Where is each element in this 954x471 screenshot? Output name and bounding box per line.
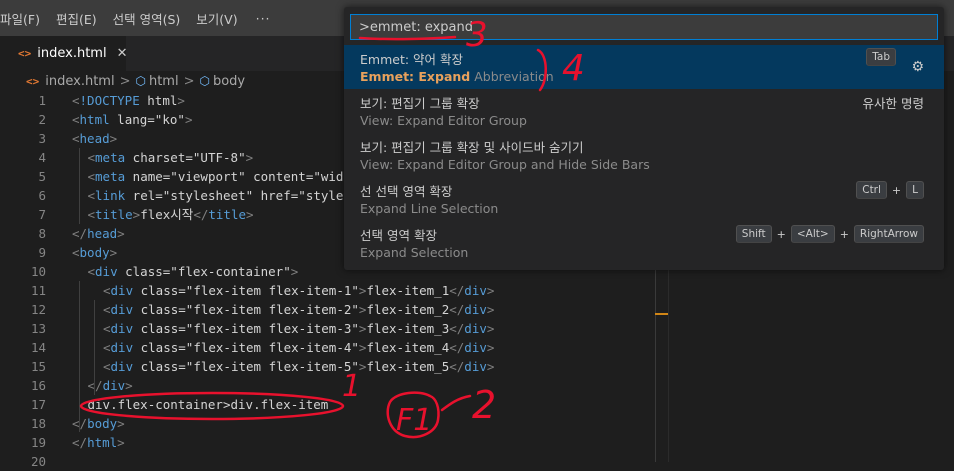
command-detail: View: Expand Editor Group and Hide Side … bbox=[360, 157, 650, 172]
line-number: 8 bbox=[38, 226, 46, 241]
line-number: 7 bbox=[38, 207, 46, 222]
command-item-expand-editor-group[interactable]: 보기: 편집기 그룹 확장 View: Expand Editor Group … bbox=[344, 89, 944, 133]
line-number: 4 bbox=[38, 150, 46, 165]
command-label: 선 선택 영역 확장 bbox=[360, 184, 453, 199]
line-number: 5 bbox=[38, 169, 46, 184]
menu-selection[interactable]: 선택 영역(S) bbox=[105, 9, 189, 28]
line-number: 11 bbox=[30, 283, 46, 298]
code-text: <title>flex시작</title> bbox=[87, 207, 254, 222]
line-number: 13 bbox=[30, 321, 46, 336]
command-detail-rest: Abbreviation bbox=[470, 69, 554, 84]
command-label: 선택 영역 확장 bbox=[360, 228, 437, 243]
line-number: 2 bbox=[38, 112, 46, 127]
command-palette: Emmet: 약어 확장 Emmet: Expand Abbreviation … bbox=[344, 7, 944, 270]
keybinding-tab: Tab bbox=[866, 48, 896, 66]
keybinding: Ctrl + L bbox=[856, 181, 924, 199]
line-number: 10 bbox=[30, 264, 46, 279]
command-detail: View: Expand Editor Group bbox=[360, 113, 527, 128]
menu-edit[interactable]: 편집(E) bbox=[48, 9, 105, 28]
code-text: <div class="flex-container"> bbox=[87, 264, 299, 279]
code-text: <div class="flex-item flex-item-4">flex-… bbox=[103, 340, 495, 355]
gear-icon[interactable]: ⚙ bbox=[911, 59, 924, 75]
command-item-expand-selection[interactable]: 선택 영역 확장 Expand Selection Shift + <Alt> … bbox=[344, 221, 944, 265]
code-text: <html lang="ko"> bbox=[72, 112, 193, 127]
code-text: <link rel="stylesheet" href="style bbox=[87, 188, 344, 203]
code-text: </head> bbox=[72, 226, 125, 241]
tab-title: index.html bbox=[37, 46, 107, 61]
breadcrumb-separator: > bbox=[183, 73, 195, 89]
breadcrumb-html[interactable]: html bbox=[149, 74, 179, 89]
breadcrumb-body[interactable]: body bbox=[213, 74, 245, 89]
code-text: <div class="flex-item flex-item-3">flex-… bbox=[103, 321, 495, 336]
code-text: </html> bbox=[72, 435, 125, 450]
line-number: 3 bbox=[38, 131, 46, 146]
command-detail: Expand Line Selection bbox=[360, 201, 499, 216]
element-cube-icon: ⬡ bbox=[135, 74, 146, 88]
key-right-arrow: RightArrow bbox=[853, 225, 924, 243]
command-label: Emmet: 약어 확장 bbox=[360, 52, 464, 67]
code-text: <head> bbox=[72, 131, 118, 146]
element-cube-icon: ⬡ bbox=[199, 74, 210, 88]
menu-view[interactable]: 보기(V) bbox=[188, 9, 245, 28]
line-number: 18 bbox=[30, 416, 46, 431]
line-number: 14 bbox=[30, 340, 46, 355]
code-text: <meta name="viewport" content="wid bbox=[87, 169, 344, 184]
menu-more-button[interactable]: ··· bbox=[246, 11, 281, 26]
line-number: 15 bbox=[30, 359, 46, 374]
command-label: 보기: 편집기 그룹 확장 및 사이드바 숨기기 bbox=[360, 140, 584, 155]
code-text: div.flex-container>div.flex-item bbox=[87, 397, 329, 412]
key-l: L bbox=[906, 181, 924, 199]
code-text: <body> bbox=[72, 245, 118, 260]
code-line[interactable]: 15 <div class="flex-item flex-item-5">fle… bbox=[0, 357, 660, 376]
code-text: <meta charset="UTF-8"> bbox=[87, 150, 254, 165]
code-line[interactable]: 18</body> bbox=[0, 414, 660, 433]
command-item-expand-editor-group-hide-sidebars[interactable]: 보기: 편집기 그룹 확장 및 사이드바 숨기기 View: Expand Ed… bbox=[344, 133, 944, 177]
line-number: 1 bbox=[38, 93, 46, 108]
indent-guide bbox=[79, 281, 80, 432]
code-line[interactable]: 17 div.flex-container>div.flex-item bbox=[0, 395, 660, 414]
indent-guide bbox=[94, 300, 95, 395]
keybinding: Shift + <Alt> + RightArrow bbox=[735, 225, 924, 243]
breadcrumb-separator: > bbox=[119, 73, 131, 89]
code-line[interactable]: 16 </div> bbox=[0, 376, 660, 395]
command-palette-input[interactable] bbox=[350, 14, 938, 40]
menu-file[interactable]: 파일(F) bbox=[0, 9, 48, 28]
code-line[interactable]: 19 </html> bbox=[0, 433, 660, 452]
command-item-emmet-expand[interactable]: Emmet: 약어 확장 Emmet: Expand Abbreviation … bbox=[344, 45, 944, 89]
command-detail: Emmet: Expand Abbreviation bbox=[360, 69, 554, 84]
code-text: <div class="flex-item flex-item-5">flex-… bbox=[103, 359, 495, 374]
close-icon[interactable]: ✕ bbox=[117, 46, 128, 61]
line-number: 17 bbox=[30, 397, 46, 412]
line-number: 9 bbox=[38, 245, 46, 260]
code-line[interactable]: 11 <div class="flex-item flex-item-1">fle… bbox=[0, 281, 660, 300]
key-alt: <Alt> bbox=[790, 225, 835, 243]
line-number: 6 bbox=[38, 188, 46, 203]
code-text: <div class="flex-item flex-item-1">flex-… bbox=[103, 283, 495, 298]
command-label: 보기: 편집기 그룹 확장 bbox=[360, 96, 480, 111]
tab-index-html[interactable]: <> index.html ✕ bbox=[0, 36, 128, 71]
command-match-highlight: Emmet: Expand bbox=[360, 69, 471, 84]
code-text: <div class="flex-item flex-item-2">flex-… bbox=[103, 302, 495, 317]
command-detail: Expand Selection bbox=[360, 245, 469, 260]
indent-guide bbox=[79, 148, 80, 224]
code-line[interactable]: 13 <div class="flex-item flex-item-3">fle… bbox=[0, 319, 660, 338]
key-shift: Shift bbox=[735, 225, 772, 243]
code-text: <!DOCTYPE html> bbox=[72, 93, 185, 108]
line-number: 19 bbox=[30, 435, 46, 450]
line-number: 16 bbox=[30, 378, 46, 393]
similar-commands-label: 유사한 명령 bbox=[862, 96, 924, 111]
command-item-expand-line-selection[interactable]: 선 선택 영역 확장 Expand Line Selection Ctrl + … bbox=[344, 177, 944, 221]
code-line[interactable]: 14 <div class="flex-item flex-item-4">fle… bbox=[0, 338, 660, 357]
key-plus: + bbox=[776, 227, 786, 241]
key-plus: + bbox=[891, 183, 902, 197]
key-ctrl: Ctrl bbox=[856, 181, 887, 199]
line-number: 12 bbox=[30, 302, 46, 317]
key-plus: + bbox=[839, 227, 849, 241]
html-file-icon: <> bbox=[26, 74, 40, 88]
html-file-icon: <> bbox=[18, 47, 32, 60]
code-line[interactable]: 12 <div class="flex-item flex-item-2">fle… bbox=[0, 300, 660, 319]
breadcrumb-file[interactable]: index.html bbox=[45, 74, 114, 89]
